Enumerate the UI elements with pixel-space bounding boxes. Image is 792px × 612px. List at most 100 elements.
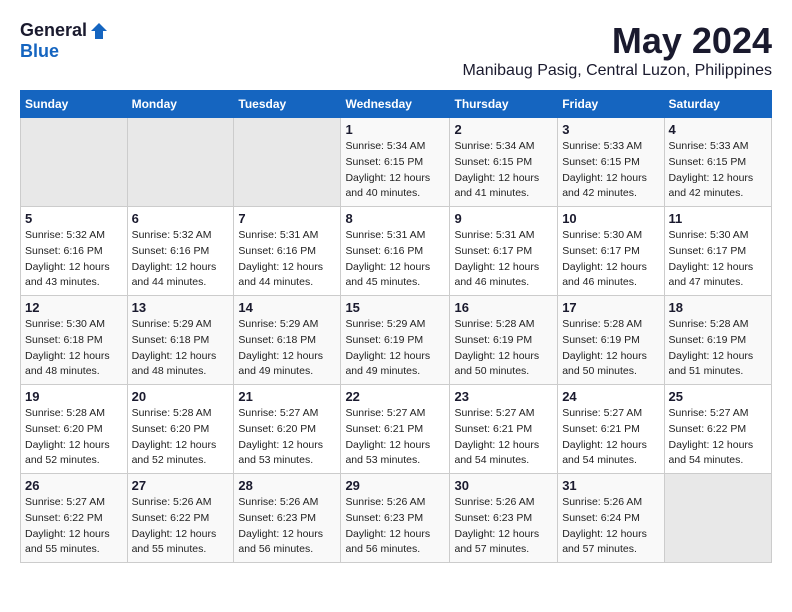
calendar-week-row: 5 Sunrise: 5:32 AMSunset: 6:16 PMDaylight… bbox=[21, 207, 772, 296]
day-info: Sunrise: 5:26 AMSunset: 6:24 PMDaylight:… bbox=[562, 495, 659, 558]
day-info: Sunrise: 5:28 AMSunset: 6:20 PMDaylight:… bbox=[132, 406, 230, 469]
weekday-header: Wednesday bbox=[341, 91, 450, 118]
calendar-cell: 17 Sunrise: 5:28 AMSunset: 6:19 PMDayligh… bbox=[558, 296, 664, 385]
day-number: 27 bbox=[132, 478, 230, 493]
weekday-row: SundayMondayTuesdayWednesdayThursdayFrid… bbox=[21, 91, 772, 118]
day-number: 22 bbox=[345, 389, 445, 404]
weekday-header: Friday bbox=[558, 91, 664, 118]
calendar-cell: 13Sunrise: 5:29 AMSunset: 6:18 PMDayligh… bbox=[127, 296, 234, 385]
day-number: 1 bbox=[345, 122, 445, 137]
day-number: 18 bbox=[669, 300, 767, 315]
calendar-cell: 4 Sunrise: 5:33 AMSunset: 6:15 PMDaylight… bbox=[664, 118, 771, 207]
day-number: 29 bbox=[345, 478, 445, 493]
weekday-header: Saturday bbox=[664, 91, 771, 118]
day-info: Sunrise: 5:26 AMSunset: 6:23 PMDaylight:… bbox=[345, 495, 445, 558]
day-number: 3 bbox=[562, 122, 659, 137]
day-number: 15 bbox=[345, 300, 445, 315]
calendar-cell: 8 Sunrise: 5:31 AMSunset: 6:16 PMDaylight… bbox=[341, 207, 450, 296]
day-number: 8 bbox=[345, 211, 445, 226]
day-info: Sunrise: 5:31 AMSunset: 6:17 PMDaylight:… bbox=[454, 228, 553, 291]
calendar-week-row: 12 Sunrise: 5:30 AMSunset: 6:18 PMDayligh… bbox=[21, 296, 772, 385]
day-number: 4 bbox=[669, 122, 767, 137]
calendar-cell: 3 Sunrise: 5:33 AMSunset: 6:15 PMDaylight… bbox=[558, 118, 664, 207]
calendar-cell bbox=[127, 118, 234, 207]
day-info: Sunrise: 5:27 AMSunset: 6:21 PMDaylight:… bbox=[345, 406, 445, 469]
month-title: May 2024 bbox=[462, 20, 772, 62]
day-number: 13 bbox=[132, 300, 230, 315]
logo-blue: Blue bbox=[20, 41, 59, 62]
day-number: 9 bbox=[454, 211, 553, 226]
day-info: Sunrise: 5:26 AMSunset: 6:23 PMDaylight:… bbox=[238, 495, 336, 558]
day-number: 16 bbox=[454, 300, 553, 315]
day-info: Sunrise: 5:29 AMSunset: 6:19 PMDaylight:… bbox=[345, 317, 445, 380]
day-info: Sunrise: 5:27 AMSunset: 6:22 PMDaylight:… bbox=[669, 406, 767, 469]
day-number: 23 bbox=[454, 389, 553, 404]
day-info: Sunrise: 5:31 AMSunset: 6:16 PMDaylight:… bbox=[345, 228, 445, 291]
day-number: 24 bbox=[562, 389, 659, 404]
calendar-cell: 20Sunrise: 5:28 AMSunset: 6:20 PMDayligh… bbox=[127, 385, 234, 474]
title-section: May 2024 Manibaug Pasig, Central Luzon, … bbox=[462, 20, 772, 80]
calendar-table: SundayMondayTuesdayWednesdayThursdayFrid… bbox=[20, 90, 772, 563]
calendar-cell: 18 Sunrise: 5:28 AMSunset: 6:19 PMDayligh… bbox=[664, 296, 771, 385]
day-info: Sunrise: 5:34 AMSunset: 6:15 PMDaylight:… bbox=[345, 139, 445, 202]
calendar-cell: 11 Sunrise: 5:30 AMSunset: 6:17 PMDayligh… bbox=[664, 207, 771, 296]
day-number: 17 bbox=[562, 300, 659, 315]
day-number: 11 bbox=[669, 211, 767, 226]
calendar-cell: 15 Sunrise: 5:29 AMSunset: 6:19 PMDayligh… bbox=[341, 296, 450, 385]
day-info: Sunrise: 5:27 AMSunset: 6:20 PMDaylight:… bbox=[238, 406, 336, 469]
day-number: 10 bbox=[562, 211, 659, 226]
calendar-cell bbox=[664, 474, 771, 563]
calendar-cell: 12 Sunrise: 5:30 AMSunset: 6:18 PMDayligh… bbox=[21, 296, 128, 385]
calendar-week-row: 26 Sunrise: 5:27 AMSunset: 6:22 PMDayligh… bbox=[21, 474, 772, 563]
day-number: 7 bbox=[238, 211, 336, 226]
day-info: Sunrise: 5:28 AMSunset: 6:19 PMDaylight:… bbox=[669, 317, 767, 380]
day-info: Sunrise: 5:33 AMSunset: 6:15 PMDaylight:… bbox=[562, 139, 659, 202]
page-header: General Blue May 2024 Manibaug Pasig, Ce… bbox=[20, 20, 772, 80]
day-number: 2 bbox=[454, 122, 553, 137]
calendar-cell: 28Sunrise: 5:26 AMSunset: 6:23 PMDayligh… bbox=[234, 474, 341, 563]
day-number: 5 bbox=[25, 211, 123, 226]
day-number: 25 bbox=[669, 389, 767, 404]
logo-general: General bbox=[20, 20, 87, 41]
calendar-cell: 6Sunrise: 5:32 AMSunset: 6:16 PMDaylight… bbox=[127, 207, 234, 296]
calendar-cell: 5 Sunrise: 5:32 AMSunset: 6:16 PMDaylight… bbox=[21, 207, 128, 296]
calendar-cell: 2 Sunrise: 5:34 AMSunset: 6:15 PMDaylight… bbox=[450, 118, 558, 207]
calendar-cell: 25 Sunrise: 5:27 AMSunset: 6:22 PMDayligh… bbox=[664, 385, 771, 474]
calendar-cell: 24 Sunrise: 5:27 AMSunset: 6:21 PMDayligh… bbox=[558, 385, 664, 474]
calendar-cell: 9 Sunrise: 5:31 AMSunset: 6:17 PMDaylight… bbox=[450, 207, 558, 296]
weekday-header: Sunday bbox=[21, 91, 128, 118]
calendar-cell: 22 Sunrise: 5:27 AMSunset: 6:21 PMDayligh… bbox=[341, 385, 450, 474]
day-info: Sunrise: 5:29 AMSunset: 6:18 PMDaylight:… bbox=[238, 317, 336, 380]
calendar-cell: 26 Sunrise: 5:27 AMSunset: 6:22 PMDayligh… bbox=[21, 474, 128, 563]
calendar-cell: 19 Sunrise: 5:28 AMSunset: 6:20 PMDayligh… bbox=[21, 385, 128, 474]
day-info: Sunrise: 5:27 AMSunset: 6:22 PMDaylight:… bbox=[25, 495, 123, 558]
day-info: Sunrise: 5:28 AMSunset: 6:19 PMDaylight:… bbox=[454, 317, 553, 380]
day-info: Sunrise: 5:32 AMSunset: 6:16 PMDaylight:… bbox=[132, 228, 230, 291]
calendar-cell: 31Sunrise: 5:26 AMSunset: 6:24 PMDayligh… bbox=[558, 474, 664, 563]
day-number: 21 bbox=[238, 389, 336, 404]
day-info: Sunrise: 5:27 AMSunset: 6:21 PMDaylight:… bbox=[562, 406, 659, 469]
day-info: Sunrise: 5:26 AMSunset: 6:22 PMDaylight:… bbox=[132, 495, 230, 558]
day-info: Sunrise: 5:28 AMSunset: 6:19 PMDaylight:… bbox=[562, 317, 659, 380]
day-number: 19 bbox=[25, 389, 123, 404]
calendar-cell: 14Sunrise: 5:29 AMSunset: 6:18 PMDayligh… bbox=[234, 296, 341, 385]
day-info: Sunrise: 5:32 AMSunset: 6:16 PMDaylight:… bbox=[25, 228, 123, 291]
day-info: Sunrise: 5:28 AMSunset: 6:20 PMDaylight:… bbox=[25, 406, 123, 469]
day-info: Sunrise: 5:30 AMSunset: 6:17 PMDaylight:… bbox=[562, 228, 659, 291]
calendar-cell: 21 Sunrise: 5:27 AMSunset: 6:20 PMDayligh… bbox=[234, 385, 341, 474]
day-info: Sunrise: 5:33 AMSunset: 6:15 PMDaylight:… bbox=[669, 139, 767, 202]
logo-icon bbox=[89, 21, 109, 41]
day-info: Sunrise: 5:26 AMSunset: 6:23 PMDaylight:… bbox=[454, 495, 553, 558]
calendar-cell: 27 Sunrise: 5:26 AMSunset: 6:22 PMDayligh… bbox=[127, 474, 234, 563]
calendar-cell: 7Sunrise: 5:31 AMSunset: 6:16 PMDaylight… bbox=[234, 207, 341, 296]
calendar-cell: 23Sunrise: 5:27 AMSunset: 6:21 PMDayligh… bbox=[450, 385, 558, 474]
day-number: 26 bbox=[25, 478, 123, 493]
calendar-cell bbox=[234, 118, 341, 207]
calendar-cell: 10 Sunrise: 5:30 AMSunset: 6:17 PMDayligh… bbox=[558, 207, 664, 296]
weekday-header: Thursday bbox=[450, 91, 558, 118]
day-number: 12 bbox=[25, 300, 123, 315]
day-info: Sunrise: 5:30 AMSunset: 6:18 PMDaylight:… bbox=[25, 317, 123, 380]
day-info: Sunrise: 5:30 AMSunset: 6:17 PMDaylight:… bbox=[669, 228, 767, 291]
day-info: Sunrise: 5:34 AMSunset: 6:15 PMDaylight:… bbox=[454, 139, 553, 202]
calendar-header: SundayMondayTuesdayWednesdayThursdayFrid… bbox=[21, 91, 772, 118]
